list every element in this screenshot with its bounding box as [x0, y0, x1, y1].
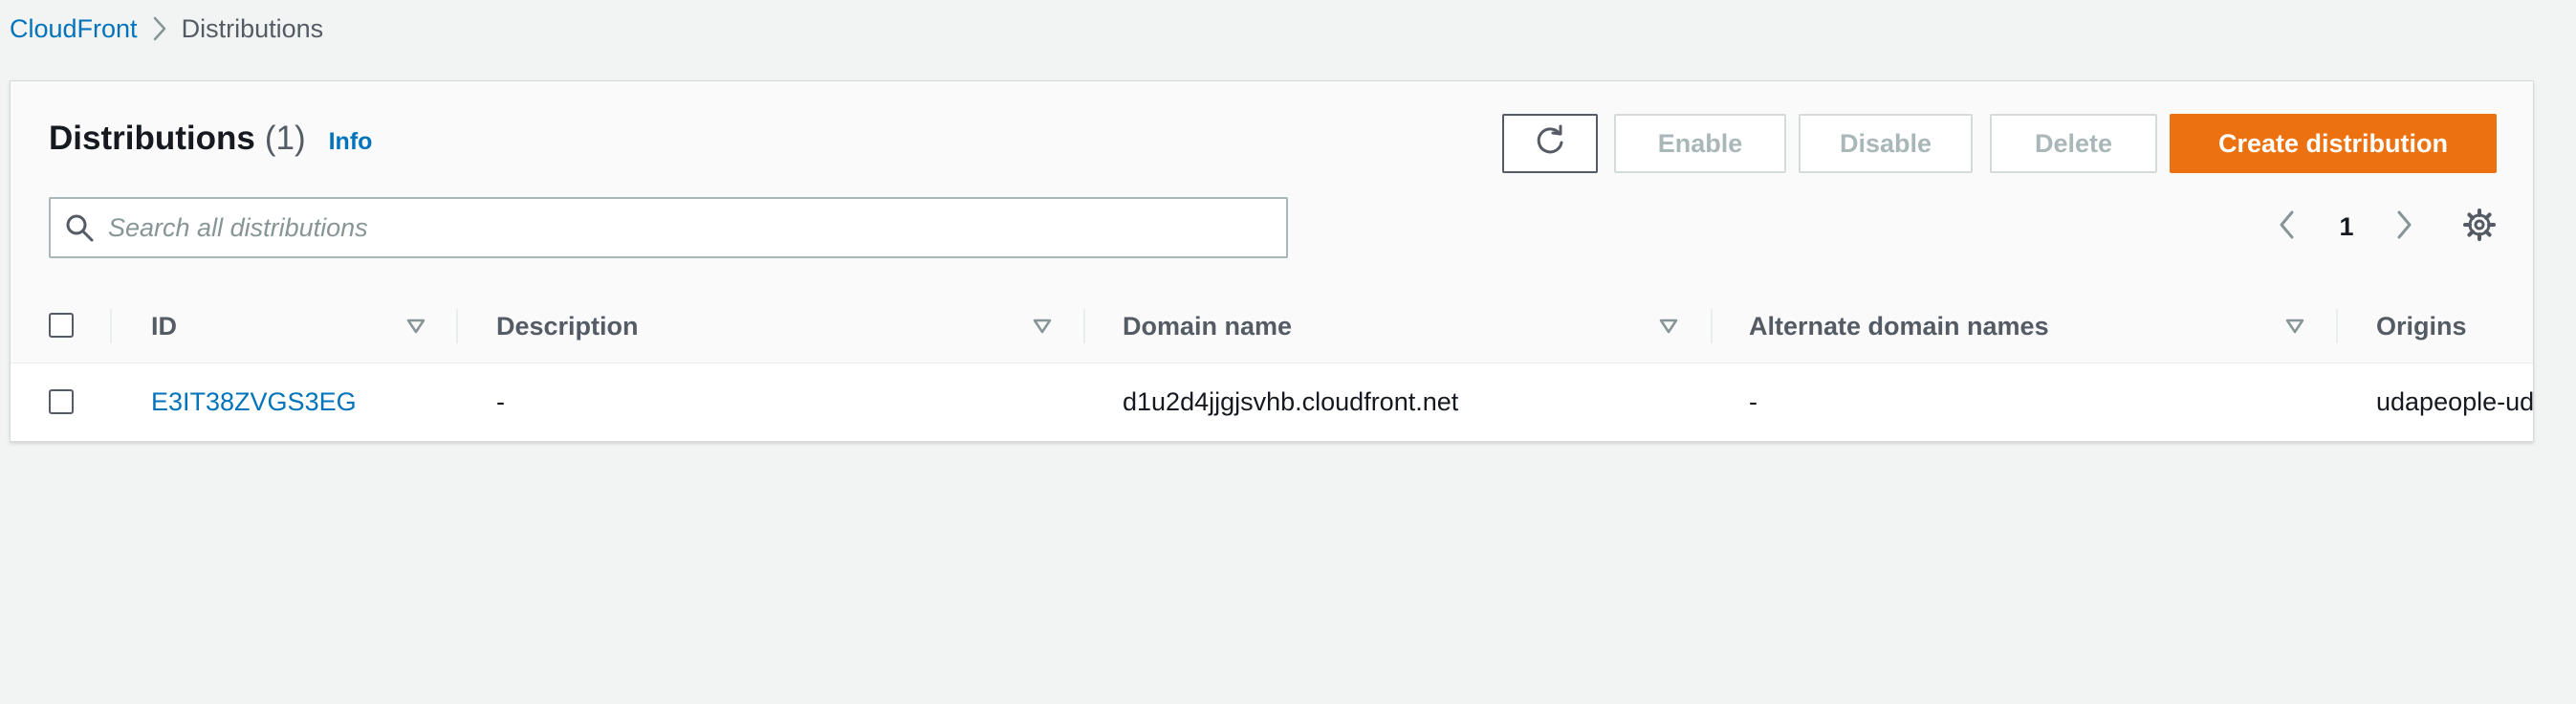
- distributions-panel: Distributions (1) Info Enable Disable De…: [10, 80, 2534, 442]
- column-header-alternate-domain-names[interactable]: Alternate domain names: [1749, 290, 2049, 363]
- breadcrumb-chevron-icon: [138, 11, 182, 46]
- select-all-checkbox[interactable]: [49, 313, 74, 338]
- delete-button[interactable]: Delete: [1990, 114, 2157, 173]
- previous-page-button[interactable]: [2269, 206, 2303, 248]
- cell-origins: udapeople-ud: [2376, 387, 2534, 416]
- page-title: Distributions: [49, 120, 255, 157]
- sort-triangle-icon[interactable]: [1655, 313, 1682, 340]
- distribution-id-link[interactable]: E3IT38ZVGS3EG: [151, 363, 357, 441]
- column-header-description[interactable]: Description: [496, 290, 639, 363]
- disable-button[interactable]: Disable: [1799, 114, 1973, 173]
- chevron-left-icon: [2278, 209, 2295, 245]
- distribution-count: (1): [264, 120, 306, 157]
- column-divider: [1083, 309, 1085, 343]
- column-header-id[interactable]: ID: [151, 290, 177, 363]
- page-number-button[interactable]: 1: [2323, 206, 2370, 248]
- search-icon: [64, 212, 95, 243]
- column-divider: [110, 309, 112, 343]
- breadcrumb: CloudFront Distributions: [10, 11, 323, 46]
- table-row: E3IT38ZVGS3EG - d1u2d4jjgjsvhb.cloudfron…: [11, 363, 2533, 441]
- enable-button[interactable]: Enable: [1614, 114, 1786, 173]
- breadcrumb-current: Distributions: [181, 13, 324, 43]
- panel-header: Distributions (1) Info Enable Disable De…: [11, 81, 2533, 291]
- next-page-button[interactable]: [2388, 206, 2422, 248]
- sort-triangle-icon[interactable]: [2281, 313, 2308, 340]
- refresh-icon: [1534, 124, 1566, 164]
- breadcrumb-cloudfront-link[interactable]: CloudFront: [10, 14, 138, 44]
- gear-icon: [2462, 208, 2497, 247]
- cell-domain-name: d1u2d4jjgjsvhb.cloudfront.net: [1123, 387, 1459, 416]
- column-header-origins[interactable]: Origins: [2376, 290, 2467, 363]
- search-box: [49, 197, 1288, 258]
- column-divider: [1711, 309, 1713, 343]
- table-settings-button[interactable]: [2458, 206, 2500, 248]
- table-header-row: ID Description Domain name Alternate dom…: [11, 290, 2533, 363]
- chevron-right-icon: [2396, 209, 2413, 245]
- cell-description: -: [496, 387, 505, 416]
- sort-triangle-icon[interactable]: [403, 313, 429, 340]
- refresh-button[interactable]: [1502, 114, 1598, 173]
- create-distribution-button[interactable]: Create distribution: [2170, 114, 2497, 173]
- title-group: Distributions (1) Info: [49, 120, 372, 164]
- column-divider: [456, 309, 458, 343]
- column-header-domain-name[interactable]: Domain name: [1123, 290, 1292, 363]
- search-input[interactable]: [108, 199, 1275, 256]
- sort-triangle-icon[interactable]: [1029, 313, 1056, 340]
- row-checkbox[interactable]: [49, 389, 74, 414]
- info-link[interactable]: Info: [329, 128, 373, 156]
- cell-alternate-domain-names: -: [1749, 387, 1757, 416]
- column-divider: [2336, 309, 2338, 343]
